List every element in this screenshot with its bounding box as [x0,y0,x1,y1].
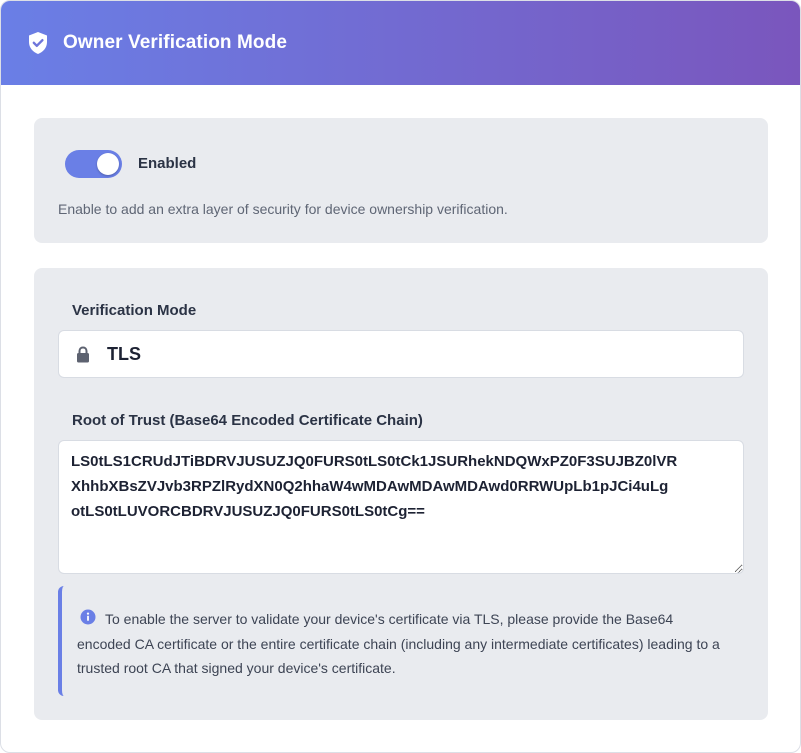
owner-verification-card: Owner Verification Mode Enabled Enable t… [0,0,801,753]
lock-icon [76,345,92,363]
card-header: Owner Verification Mode [1,1,800,85]
shield-check-icon [27,31,49,55]
toggle-label: Enabled [138,155,197,172]
resize-grip-icon[interactable] [732,562,740,573]
root-of-trust-textarea[interactable]: LS0tLS1CRUdJTiBDRVJUSUZJQ0FURS0tLS0tCk1J… [58,440,744,574]
root-of-trust-label: Root of Trust (Base64 Encoded Certificat… [72,412,423,429]
verification-mode-field: TLS [58,330,744,378]
enabled-toggle[interactable] [65,150,122,178]
toggle-knob [97,153,119,175]
verification-mode-value: TLS [107,343,141,364]
enable-panel: Enabled Enable to add an extra layer of … [34,118,768,243]
mode-panel: Verification Mode TLS Root of Trust (Bas… [34,268,768,720]
verification-mode-label: Verification Mode [72,302,197,319]
cert-line: XhhbXBsZVJvb3RPZlRydXN0Q2hhaW4wMDAwMDAwM… [71,478,669,495]
info-text: To enable the server to validate your de… [77,611,720,676]
info-callout: To enable the server to validate your de… [58,586,744,696]
cert-line: otLS0tLUVORCBDRVJUSUZJQ0FURS0tLS0tCg== [71,503,425,520]
page-title: Owner Verification Mode [63,32,288,53]
cert-line: LS0tLS1CRUdJTiBDRVJUSUZJQ0FURS0tLS0tCk1J… [71,453,678,470]
toggle-description: Enable to add an extra layer of security… [58,201,508,217]
